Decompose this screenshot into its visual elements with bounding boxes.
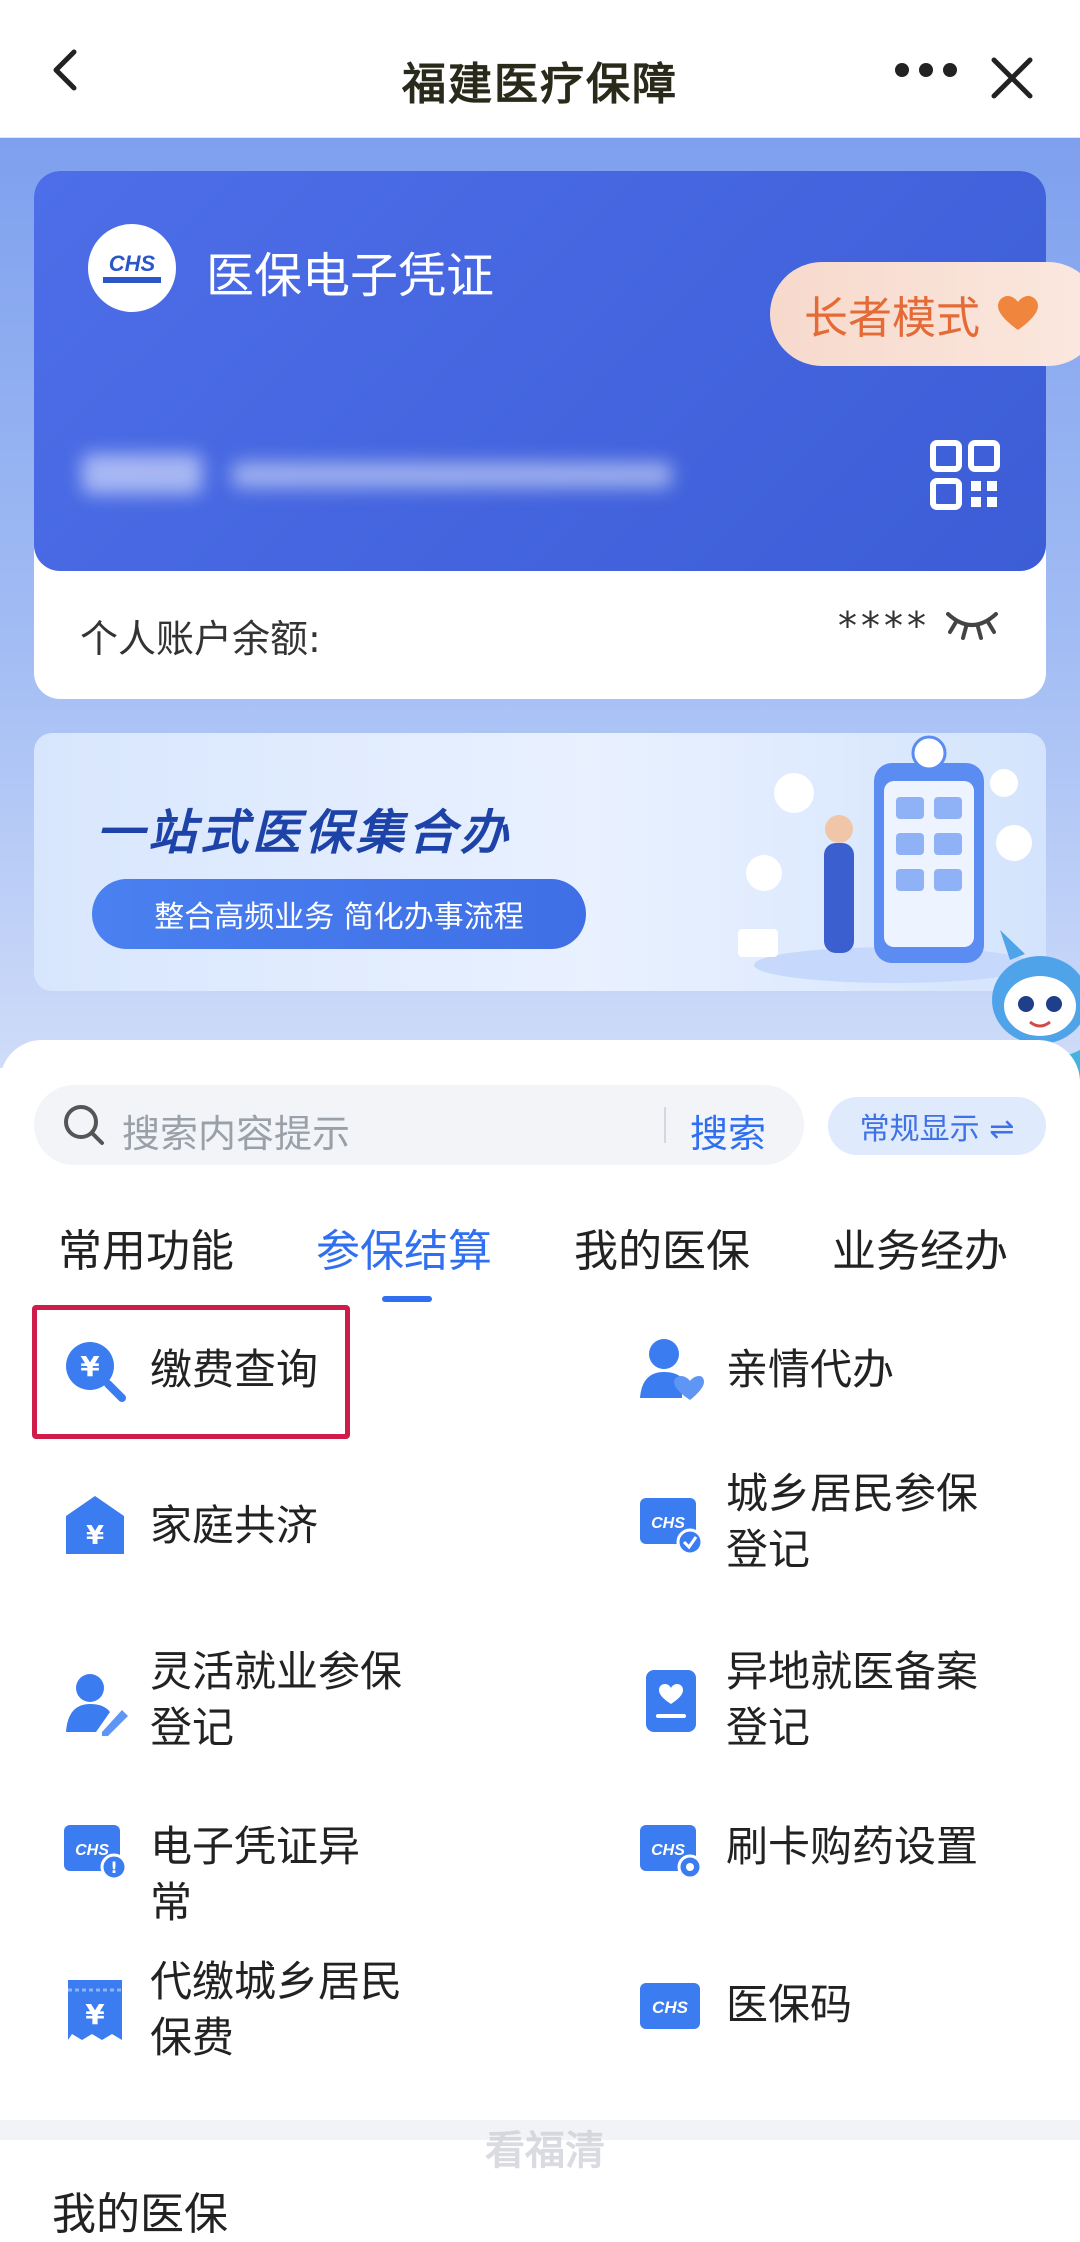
eye-closed-icon[interactable] xyxy=(944,606,1000,642)
card-number-blurred xyxy=(82,450,672,500)
document-heart-icon xyxy=(646,1670,696,1732)
service-label: 刷卡购药设置 xyxy=(726,1822,979,1871)
active-tab-indicator xyxy=(382,1296,432,1302)
qr-code-icon[interactable] xyxy=(930,440,1000,510)
banner-subtitle: 整合高频业务 简化办事流程 xyxy=(92,879,586,949)
search-input[interactable]: 搜索内容提示 xyxy=(122,1103,350,1158)
category-tabs: 常用功能 参保结算 我的医保 业务经办 xyxy=(0,1215,1080,1305)
service-label: 电子凭证异常 xyxy=(150,1822,361,1927)
more-options-icon[interactable] xyxy=(894,60,958,80)
svg-text:¥: ¥ xyxy=(80,1350,100,1383)
service-label: 亲情代办 xyxy=(726,1345,895,1394)
service-label: 医保码 xyxy=(726,1980,853,2029)
search-icon xyxy=(64,1105,104,1145)
elder-mode-label: 长者模式 xyxy=(804,293,980,344)
svg-text:¥: ¥ xyxy=(86,1521,104,1551)
service-remote-medical-filing[interactable]: 异地就医备案 登记 xyxy=(638,1644,1038,1762)
section-title-my-insurance: 我的医保 xyxy=(52,2189,228,2240)
family-house-yuan-icon: ¥ xyxy=(66,1496,124,1554)
svg-text:CHS: CHS xyxy=(109,251,156,276)
chs-card-alert-icon: CHS ! xyxy=(64,1825,128,1881)
service-family-mutual-aid[interactable]: ¥ 家庭共济 xyxy=(62,1492,362,1562)
svg-text:CHS: CHS xyxy=(75,1842,109,1859)
person-edit-icon xyxy=(66,1674,128,1736)
close-icon[interactable] xyxy=(988,54,1036,102)
tab-insurance-settlement[interactable]: 参保结算 xyxy=(316,1215,492,1279)
service-proxy-pay-resident-premium[interactable]: ¥ 代缴城乡居民 保费 xyxy=(62,1954,402,2072)
svg-text:!: ! xyxy=(110,1858,117,1877)
heart-icon xyxy=(998,296,1038,330)
service-label: 灵活就业参保 登记 xyxy=(150,1647,403,1752)
bill-yuan-icon: ¥ xyxy=(68,1980,122,2040)
svg-text:¥: ¥ xyxy=(85,1998,105,2031)
svg-text:CHS: CHS xyxy=(651,1842,685,1859)
search-button[interactable]: 搜索 xyxy=(690,1103,766,1158)
person-heart-icon xyxy=(640,1339,704,1400)
svg-text:CHS: CHS xyxy=(651,1515,685,1532)
service-flexible-employment-registration[interactable]: 灵活就业参保 登记 xyxy=(62,1644,402,1762)
page-title: 福建医疗保障 xyxy=(402,59,678,110)
card-title: 医保电子凭证 xyxy=(206,248,495,304)
tab-business-handling[interactable]: 业务经办 xyxy=(832,1215,1008,1279)
insurance-card[interactable] xyxy=(34,171,1046,571)
service-e-voucher-abnormal[interactable]: CHS ! 电子凭证异常 xyxy=(62,1815,392,1927)
elder-mode-button[interactable]: 长者模式 xyxy=(770,262,1080,366)
search-bar[interactable]: 搜索内容提示 搜索 xyxy=(34,1085,804,1165)
banner-headline: 一站式医保集合办 xyxy=(96,805,513,861)
service-medical-insurance-code[interactable]: CHS 医保码 xyxy=(638,1973,1038,2043)
top-bar: 福建医疗保障 xyxy=(0,0,1080,138)
chs-card-check-icon: CHS xyxy=(640,1498,704,1556)
service-label: 城乡居民参保 登记 xyxy=(726,1469,979,1574)
payment-search-icon: ¥ xyxy=(66,1342,126,1402)
service-label: 异地就医备案 登记 xyxy=(726,1647,979,1752)
watermark-logo: 看福清 xyxy=(485,2128,605,2174)
chs-card-icon: CHS xyxy=(640,1983,700,2029)
tab-my-insurance[interactable]: 我的医保 xyxy=(574,1215,750,1279)
service-card-medicine-settings[interactable]: CHS 刷卡购药设置 xyxy=(638,1815,1038,1885)
balance-value: **** xyxy=(838,604,930,648)
service-payment-query[interactable]: ¥ 缴费查询 xyxy=(62,1338,362,1408)
service-label: 家庭共济 xyxy=(150,1501,319,1550)
svg-text:CHS: CHS xyxy=(652,1998,689,2017)
display-mode-toggle[interactable]: 常规显示 ⇌ xyxy=(828,1097,1046,1155)
service-resident-insurance-registration[interactable]: CHS 城乡居民参保 登记 xyxy=(638,1466,1038,1584)
service-label: 缴费查询 xyxy=(150,1345,319,1394)
tab-common-functions[interactable]: 常用功能 xyxy=(58,1215,234,1279)
search-divider xyxy=(664,1107,666,1143)
service-label: 代缴城乡居民 保费 xyxy=(150,1957,403,2062)
chs-logo-icon: CHS xyxy=(88,224,176,312)
balance-label: 个人账户余额: xyxy=(80,617,321,661)
promo-banner[interactable]: 一站式医保集合办 整合高频业务 简化办事流程 xyxy=(34,733,1046,991)
chs-card-gear-icon: CHS xyxy=(640,1825,703,1880)
service-family-proxy[interactable]: 亲情代办 xyxy=(638,1336,968,1406)
